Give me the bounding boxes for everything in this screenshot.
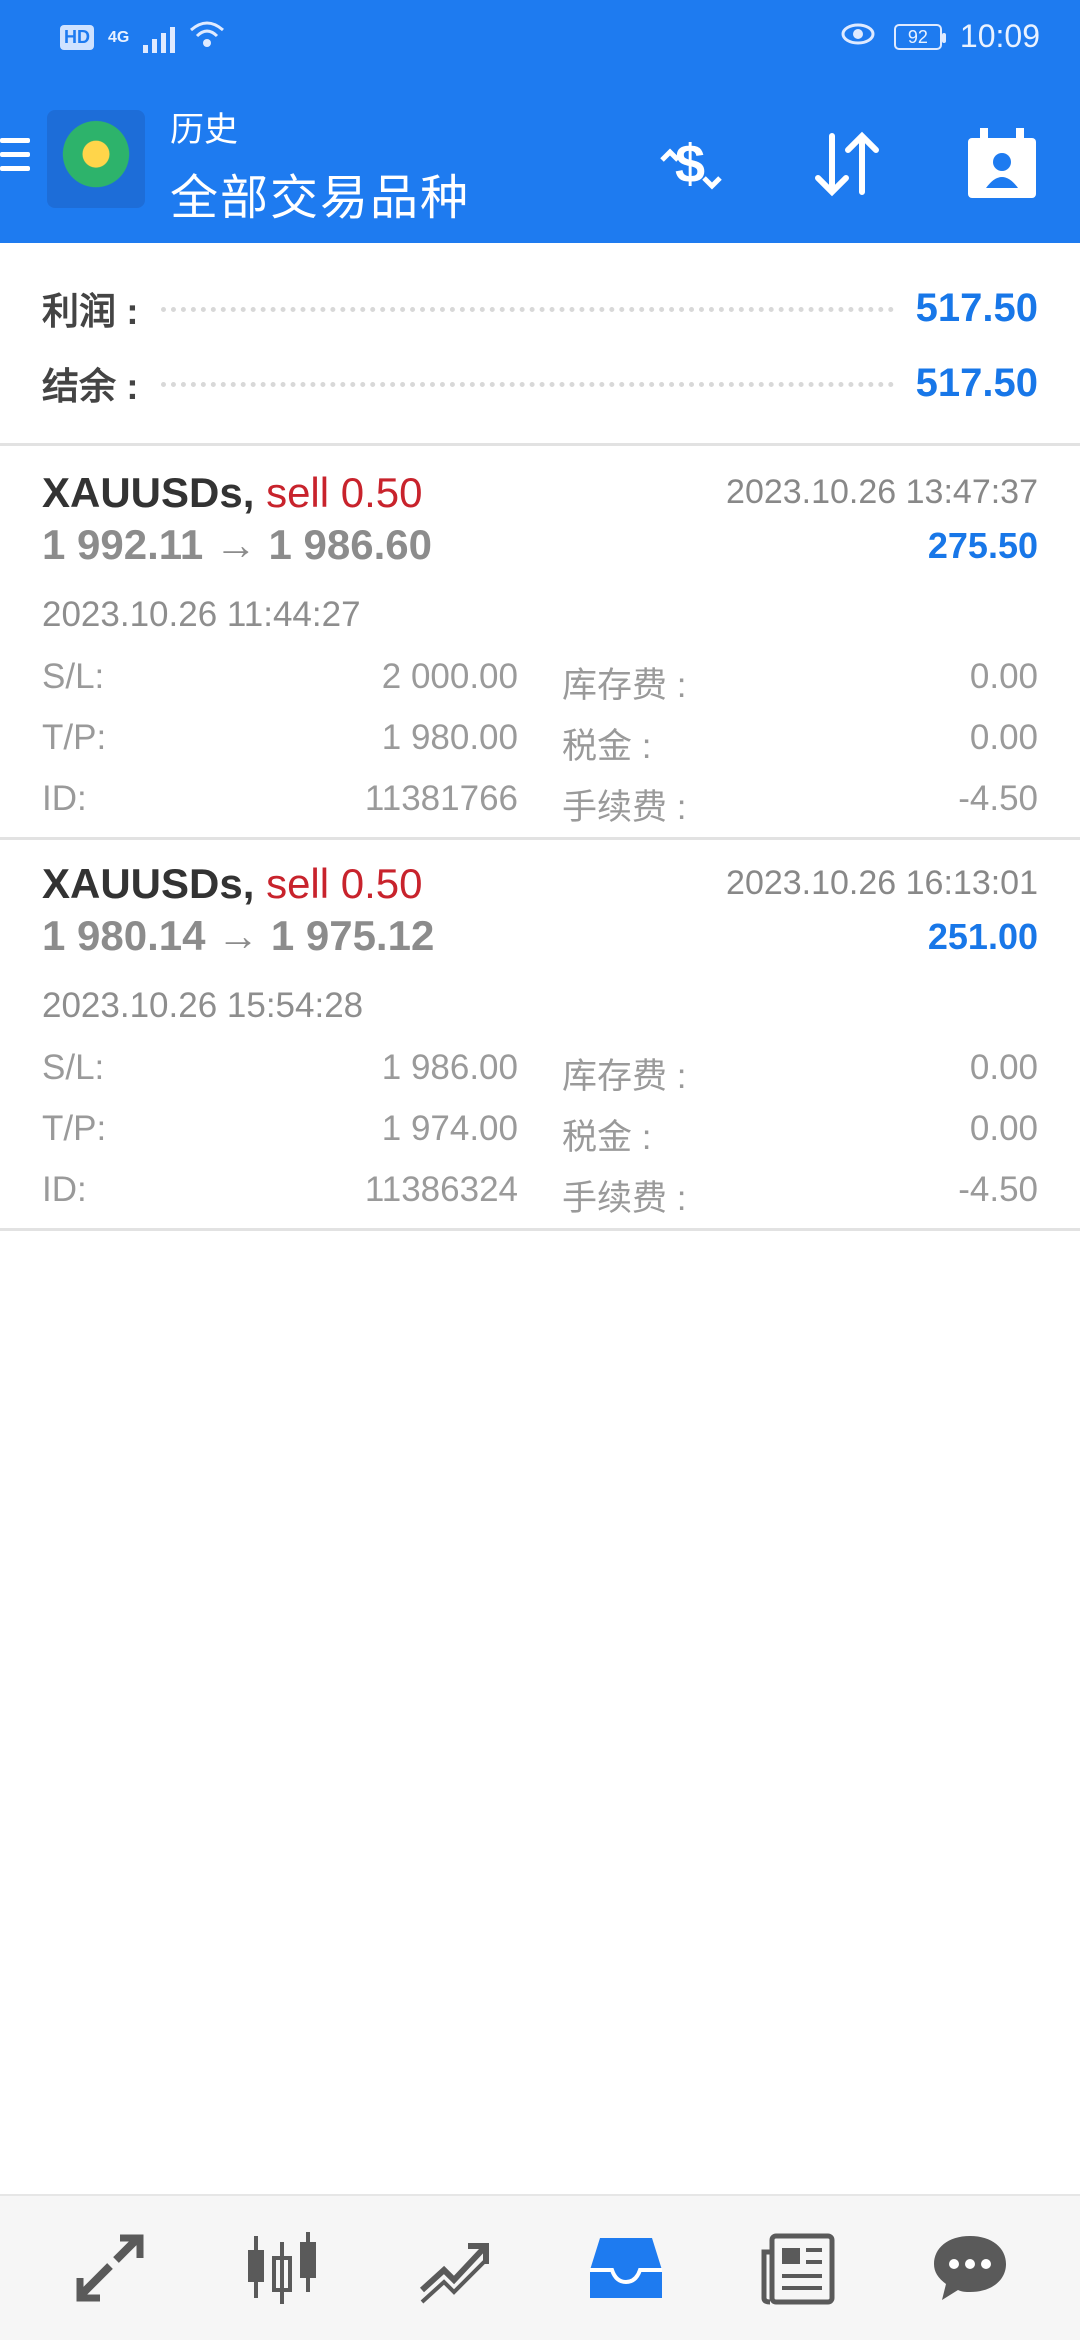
battery-indicator: 92 xyxy=(893,23,946,50)
deal-item[interactable]: XAUUSDs, sell 0.50 2023.10.26 16:13:01 1… xyxy=(0,840,1080,1231)
nav-chat[interactable] xyxy=(930,2228,1010,2308)
summary-panel: 利润 : 517.50 结余 : 517.50 xyxy=(0,243,1080,446)
deal-profit: 251.00 xyxy=(927,916,1038,957)
hd-badge: HD xyxy=(60,25,94,50)
eye-icon xyxy=(840,18,876,55)
swap-value: 0.00 xyxy=(969,657,1038,696)
nav-news[interactable] xyxy=(758,2228,838,2308)
status-right: 92 10:09 xyxy=(840,18,1040,55)
tax-label: 税金 : xyxy=(562,727,652,766)
sl-value: 1 986.00 xyxy=(381,1048,518,1087)
tp-label: T/P: xyxy=(42,718,107,757)
swap-label: 库存费 : xyxy=(562,1057,687,1096)
deal-type: sell 0.50 xyxy=(266,469,423,516)
nav-history[interactable] xyxy=(586,2228,666,2308)
network-label: 4G xyxy=(108,28,130,46)
balance-row: 结余 : 517.50 xyxy=(42,353,1038,413)
deal-symbol: XAUUSDs, sell 0.50 xyxy=(42,860,423,908)
svg-text:$: $ xyxy=(675,134,705,194)
history-icon xyxy=(590,2238,662,2298)
deal-profit: 275.50 xyxy=(927,525,1038,566)
signal-icon xyxy=(143,23,176,53)
deal-type: sell 0.50 xyxy=(266,860,423,907)
sl-label: S/L: xyxy=(42,1048,105,1087)
clock: 10:09 xyxy=(959,18,1040,54)
nav-quotes[interactable] xyxy=(70,2228,150,2308)
commission-value: -4.50 xyxy=(958,1170,1038,1209)
trade-icon xyxy=(419,2243,489,2304)
price-range: 1 992.11 → 1 986.60 xyxy=(42,521,432,568)
profit-value: 517.50 xyxy=(915,285,1038,330)
symbol-name: XAUUSDs, xyxy=(42,469,255,516)
header-title[interactable]: 全部交易品种 xyxy=(170,158,470,228)
profit-row: 利润 : 517.50 xyxy=(42,278,1038,338)
dot-leader xyxy=(160,379,894,387)
close-time: 2023.10.26 13:47:37 xyxy=(726,473,1038,511)
tax-value: 0.00 xyxy=(969,718,1038,757)
commission-label: 手续费 : xyxy=(562,1179,687,1218)
nav-chart[interactable] xyxy=(242,2228,322,2308)
balance-label: 结余 : xyxy=(42,366,139,407)
tax-value: 0.00 xyxy=(969,1109,1038,1148)
balance-value: 517.50 xyxy=(915,360,1038,405)
bottom-nav xyxy=(0,2194,1080,2340)
deal-symbol: XAUUSDs, sell 0.50 xyxy=(42,469,423,517)
app-logo xyxy=(47,110,145,208)
open-time: 2023.10.26 15:54:28 xyxy=(42,986,364,1025)
id-value: 11381766 xyxy=(364,779,518,818)
tp-value: 1 974.00 xyxy=(381,1109,518,1148)
dot-leader xyxy=(160,304,894,312)
status-bar: HD 4G 92 10:09 xyxy=(0,0,1080,80)
period-button[interactable] xyxy=(960,122,1044,206)
status-left: HD 4G xyxy=(60,20,225,55)
open-time: 2023.10.26 11:44:27 xyxy=(42,595,361,634)
top-bar: HD 4G 92 10:09 历史 全部交易品种 $ xyxy=(0,0,1080,243)
deal-item[interactable]: XAUUSDs, sell 0.50 2023.10.26 13:47:37 1… xyxy=(0,449,1080,840)
deposit-button[interactable]: $ xyxy=(648,122,732,206)
sort-button[interactable] xyxy=(804,122,888,206)
chart-icon xyxy=(248,2232,316,2304)
close-time: 2023.10.26 16:13:01 xyxy=(726,864,1038,902)
tp-label: T/P: xyxy=(42,1109,107,1148)
menu-icon xyxy=(0,138,30,143)
nav-trade[interactable] xyxy=(414,2228,494,2308)
wifi-icon xyxy=(189,20,225,55)
id-label: ID: xyxy=(42,779,87,818)
app-header: 历史 全部交易品种 $ xyxy=(0,80,1080,243)
commission-value: -4.50 xyxy=(958,779,1038,818)
dollar-arrows-icon: $ xyxy=(660,134,722,194)
swap-value: 0.00 xyxy=(969,1048,1038,1087)
price-range: 1 980.14 → 1 975.12 xyxy=(42,912,435,959)
id-label: ID: xyxy=(42,1170,87,1209)
tp-value: 1 980.00 xyxy=(381,718,518,757)
sl-label: S/L: xyxy=(42,657,105,696)
commission-label: 手续费 : xyxy=(562,788,687,827)
news-icon xyxy=(761,2233,835,2305)
calendar-user-icon xyxy=(968,128,1036,198)
chat-icon xyxy=(934,2236,1006,2300)
swap-label: 库存费 : xyxy=(562,666,687,705)
tax-label: 税金 : xyxy=(562,1118,652,1157)
sl-value: 2 000.00 xyxy=(381,657,518,696)
sort-icon xyxy=(815,131,879,197)
symbol-name: XAUUSDs, xyxy=(42,860,255,907)
header-subtitle: 历史 xyxy=(170,111,238,149)
menu-button[interactable] xyxy=(0,138,30,182)
quotes-icon xyxy=(76,2234,144,2302)
profit-label: 利润 : xyxy=(42,291,139,332)
id-value: 11386324 xyxy=(364,1170,518,1209)
